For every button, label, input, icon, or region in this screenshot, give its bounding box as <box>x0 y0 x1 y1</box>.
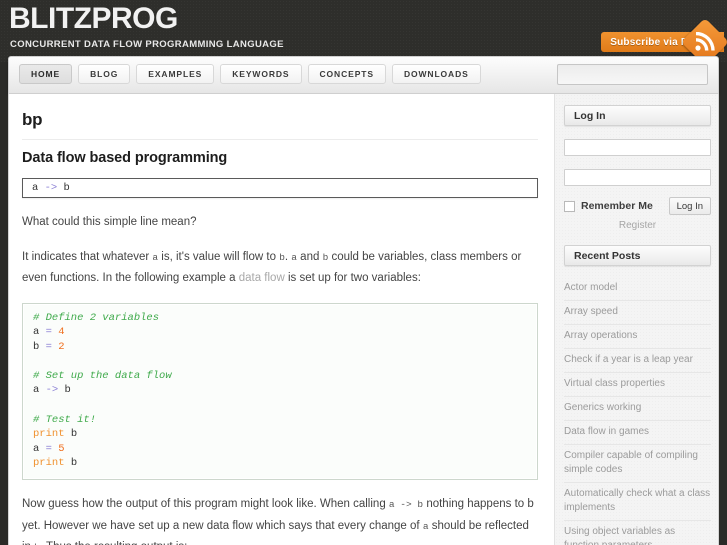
recent-post-item[interactable]: Array operations <box>564 325 711 349</box>
recent-post-item[interactable]: Array speed <box>564 301 711 325</box>
nav-tab-label: CONCEPTS <box>319 69 374 79</box>
username-field[interactable] <box>564 139 711 156</box>
code-token: = <box>45 326 59 339</box>
rss-icon <box>695 32 715 51</box>
code-token: 2 <box>58 340 65 353</box>
code-block-example: # Define 2 variables a = 4b = 2 # Set up … <box>22 302 538 481</box>
code-token: b <box>64 384 71 397</box>
nav-tab-home[interactable]: HOME <box>19 64 73 84</box>
code-token: b <box>70 457 78 470</box>
code-token: # Test it! <box>33 413 97 426</box>
recent-post-item[interactable]: Actor model <box>564 277 711 301</box>
page-body: bp Data flow based programming a -> b Wh… <box>8 94 719 545</box>
code-line: print b <box>33 427 527 442</box>
nav-tab-label: BLOG <box>90 69 119 79</box>
nav-tab-label: KEYWORDS <box>232 69 290 79</box>
nav-tab-downloads[interactable]: DOWNLOADS <box>391 64 481 84</box>
code-line: a -> b <box>33 383 527 398</box>
recent-posts-widget-title: Recent Posts <box>564 245 711 266</box>
text-fragment: is set up for two variables: <box>284 272 421 284</box>
recent-post-item[interactable]: Data flow in games <box>564 421 711 445</box>
code-token: # Define 2 variables <box>33 311 160 324</box>
nav-tab-examples[interactable]: EXAMPLES <box>136 64 215 84</box>
page-title: bp <box>22 110 538 140</box>
text-fragment: is, it's value will flow to <box>158 250 280 263</box>
rss-subscribe[interactable]: Subscribe via RSS <box>601 17 727 67</box>
recent-post-item[interactable]: Using object variables as function param… <box>564 521 711 545</box>
nav-tab-concepts[interactable]: CONCEPTS <box>307 64 386 84</box>
code-line: # Test it! <box>33 413 527 428</box>
section-heading: Data flow based programming <box>22 150 228 166</box>
login-submit-button[interactable]: Log In <box>668 197 711 215</box>
recent-post-item[interactable]: Virtual class properties <box>564 373 711 397</box>
main-navigation-bar: HOME BLOG EXAMPLES KEYWORDS CONCEPTS DOW… <box>8 56 719 94</box>
code-token: 5 <box>58 442 65 455</box>
paragraph-2: It indicates that whatever a is, it's va… <box>22 247 538 289</box>
code-line: # Set up the data flow <box>33 369 527 384</box>
nav-tab-list: HOME BLOG EXAMPLES KEYWORDS CONCEPTS DOW… <box>19 64 481 84</box>
text-fragment: . Thus the resulting output is: <box>40 541 187 545</box>
code-token: -> <box>45 384 65 397</box>
code-token-arrow: -> <box>44 182 58 194</box>
search-box[interactable] <box>557 64 710 85</box>
code-line: # Define 2 variables <box>33 311 527 326</box>
inline-code-arrow-expr: a -> b <box>388 499 424 511</box>
recent-posts-list: Actor model Array speed Array operations Ch… <box>564 277 711 545</box>
login-widget-title: Log In <box>564 105 711 126</box>
sidebar: Log In Remember Me Log In Register Recen… <box>554 94 718 545</box>
site-title: BLITZPROG <box>9 2 178 35</box>
site-header: BLITZPROG CONCURRENT DATA FLOW PROGRAMMI… <box>0 0 727 67</box>
text-fragment: Now guess how the output of this program… <box>22 498 389 511</box>
nav-tab-label: EXAMPLES <box>148 69 203 79</box>
site-tagline: CONCURRENT DATA FLOW PROGRAMMING LANGUAG… <box>10 39 284 50</box>
code-line: b = 2 <box>33 340 527 355</box>
code-token: a <box>33 442 46 455</box>
nav-tab-label: HOME <box>31 69 61 79</box>
code-token: # Set up the data flow <box>33 369 172 382</box>
search-input[interactable] <box>558 68 710 81</box>
text-fragment: and <box>296 250 323 263</box>
data-flow-link[interactable]: data flow <box>239 272 285 284</box>
remember-me-label: Remember Me <box>581 200 653 212</box>
code-token: print <box>33 457 71 470</box>
code-token: a <box>33 326 46 339</box>
code-line: a = 4 <box>33 325 527 340</box>
code-token: = <box>45 442 59 455</box>
nav-tab-blog[interactable]: BLOG <box>78 64 131 84</box>
code-token: b <box>70 428 78 441</box>
code-token: 4 <box>58 326 65 339</box>
recent-post-item[interactable]: Generics working <box>564 397 711 421</box>
remember-me-checkbox[interactable] <box>564 200 575 212</box>
code-token: print <box>33 428 71 441</box>
recent-post-item[interactable]: Automatically check what a class impleme… <box>564 483 711 521</box>
inline-code-block-1: a -> b <box>22 178 538 198</box>
register-link[interactable]: Register <box>564 220 711 231</box>
nav-tab-label: DOWNLOADS <box>403 69 469 79</box>
page-root: BLITZPROG CONCURRENT DATA FLOW PROGRAMMI… <box>0 0 727 545</box>
paragraph-3: Now guess how the output of this program… <box>22 494 538 545</box>
main-content: bp Data flow based programming a -> b Wh… <box>9 94 554 545</box>
paragraph-1: What could this simple line mean? <box>22 216 197 228</box>
code-token: b <box>33 340 46 353</box>
login-controls-row: Remember Me Log In <box>564 197 711 215</box>
code-token-b: b <box>63 182 70 194</box>
recent-post-item[interactable]: Check if a year is a leap year <box>564 349 711 373</box>
text-fragment: It indicates that whatever <box>22 250 153 263</box>
code-token: = <box>45 340 59 353</box>
code-line: a = 5 <box>33 442 527 457</box>
code-line: print b <box>33 456 527 471</box>
nav-tab-keywords[interactable]: KEYWORDS <box>220 64 302 84</box>
password-field[interactable] <box>564 169 711 186</box>
code-token: a <box>33 384 46 397</box>
recent-post-item[interactable]: Compiler capable of compiling simple cod… <box>564 445 711 483</box>
